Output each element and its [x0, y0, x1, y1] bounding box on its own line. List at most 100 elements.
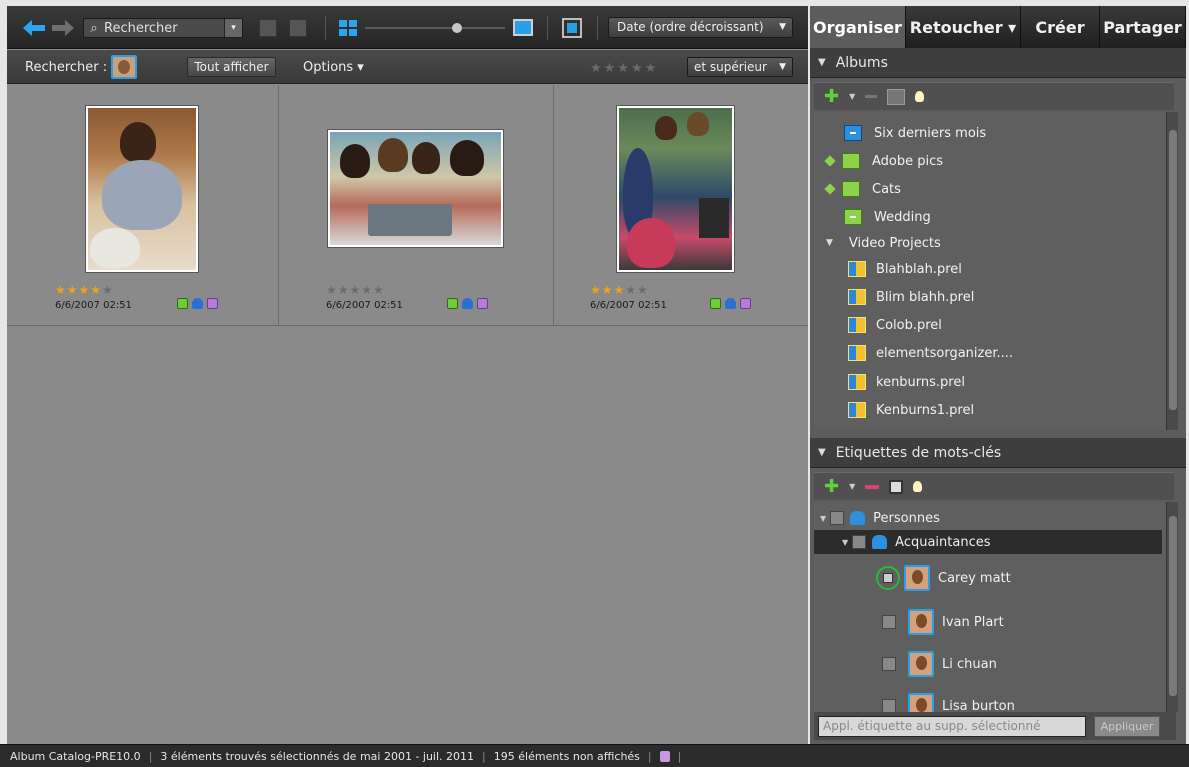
- add-album-icon[interactable]: ✚: [824, 87, 839, 106]
- options-menu[interactable]: Options ▾: [303, 60, 364, 75]
- fullscreen-icon[interactable]: [562, 18, 582, 38]
- photo-cell[interactable]: ★★★★★ 6/6/2007 02:51: [554, 85, 808, 326]
- lightbulb-icon[interactable]: [915, 91, 925, 102]
- keyword-person[interactable]: Li chuan: [882, 648, 997, 680]
- album-item[interactable]: Colob.prel: [848, 312, 942, 338]
- premiere-project-icon: [848, 402, 866, 418]
- chevron-down-icon[interactable]: ▼: [849, 482, 855, 491]
- search-face-thumbnail[interactable]: [111, 55, 137, 79]
- sort-order-select[interactable]: Date (ordre décroissant) ▼: [608, 17, 793, 38]
- album-item[interactable]: Blim blahh.prel: [848, 284, 974, 310]
- expand-triangle-icon: ▼: [842, 537, 849, 547]
- album-label: kenburns.prel: [876, 374, 965, 390]
- filter-bar: Rechercher : Tout afficher Options ▾ ★★★…: [7, 50, 808, 84]
- edit-keyword-icon[interactable]: [889, 479, 904, 494]
- rotate-left-icon[interactable]: [259, 19, 277, 37]
- photo-cell[interactable]: ★★★★★ 6/6/2007 02:51: [7, 85, 279, 326]
- premiere-project-icon: [848, 317, 866, 333]
- tab-organize[interactable]: Organiser: [810, 6, 906, 48]
- catalog-name: Album Catalog-PRE10.0: [10, 749, 141, 763]
- albums-list: Six derniers mois Adobe pics Cats Weddin…: [814, 112, 1166, 430]
- photo-thumbnail[interactable]: [86, 106, 198, 272]
- single-photo-view-icon[interactable]: [513, 19, 533, 36]
- expand-triangle-icon: ▼: [826, 238, 833, 248]
- back-arrow-icon[interactable]: [23, 20, 45, 36]
- photo-rating-stars[interactable]: ★★★★★: [326, 283, 385, 297]
- tab-create[interactable]: Créer: [1021, 6, 1100, 48]
- keyword-label: Acquaintances: [895, 534, 991, 550]
- keyword-person[interactable]: Lisa burton: [882, 690, 1015, 712]
- tab-fix[interactable]: Retoucher ▾: [906, 6, 1021, 48]
- keyword-checkbox[interactable]: [830, 511, 845, 525]
- photo-thumbnail[interactable]: [617, 106, 734, 272]
- keyword-checkbox[interactable]: [882, 699, 896, 712]
- keyword-checkbox[interactable]: [882, 615, 896, 629]
- albums-scrollbar[interactable]: [1166, 112, 1178, 430]
- apply-button[interactable]: Appliquer: [1094, 715, 1160, 737]
- person-face-thumbnail: [908, 651, 934, 677]
- keywords-list: ▼ Personnes ▼ Acquaintances Carey matt I…: [814, 502, 1166, 712]
- rating-filter-select[interactable]: et supérieur ▼: [687, 57, 793, 77]
- premiere-project-icon: [848, 289, 866, 305]
- smart-album-icon: [842, 181, 860, 197]
- album-item[interactable]: Blahblah.prel: [848, 256, 962, 282]
- scrollbar-thumb[interactable]: [1169, 130, 1177, 410]
- keyword-label: Lisa burton: [942, 698, 1015, 713]
- add-keyword-icon[interactable]: ✚: [824, 477, 839, 496]
- photo-cell[interactable]: ★★★★★ 6/6/2007 02:51: [279, 85, 554, 326]
- album-label: elementsorganizer....: [876, 345, 1014, 361]
- album-item[interactable]: elementsorganizer....: [848, 340, 1013, 366]
- albums-title: Albums: [835, 54, 888, 71]
- rating-filter-value: et supérieur: [694, 60, 767, 74]
- photo-thumbnail[interactable]: [328, 130, 503, 247]
- album-item[interactable]: Wedding: [844, 204, 931, 230]
- applied-tag-icon[interactable]: [876, 566, 900, 590]
- status-bar: Album Catalog-PRE10.0 | 3 éléments trouv…: [0, 744, 1189, 767]
- apply-keyword-row: Appl. étiquette au supp. sélectionné App…: [814, 712, 1176, 740]
- keyword-checkbox[interactable]: [882, 657, 896, 671]
- photo-rating-stars[interactable]: ★★★★★: [590, 283, 649, 297]
- photo-rating-stars[interactable]: ★★★★★: [55, 283, 114, 297]
- right-panel: Organiser Retoucher ▾ Créer Partager ▼ A…: [810, 6, 1186, 744]
- album-group[interactable]: ▼ Video Projects: [826, 230, 941, 256]
- apply-keyword-input[interactable]: Appl. étiquette au supp. sélectionné: [818, 715, 1086, 737]
- keyword-checkbox[interactable]: [852, 535, 867, 549]
- remove-keyword-icon[interactable]: [865, 484, 880, 489]
- albums-header[interactable]: ▼ Albums: [810, 48, 1186, 78]
- zoom-slider-handle[interactable]: [452, 23, 462, 33]
- zoom-slider-track[interactable]: [365, 27, 505, 29]
- chevron-down-icon[interactable]: ▼: [849, 92, 855, 101]
- albums-toolbar: ✚ ▼: [814, 82, 1174, 110]
- album-item[interactable]: Cats: [824, 176, 901, 202]
- keyword-person[interactable]: Carey matt: [876, 562, 1011, 594]
- search-label: Rechercher :: [25, 60, 108, 75]
- edit-album-icon[interactable]: [887, 88, 906, 105]
- keyword-person[interactable]: Ivan Plart: [882, 606, 1004, 638]
- album-item[interactable]: Six derniers mois: [844, 120, 986, 146]
- album-item[interactable]: kenburns.prel: [848, 369, 965, 395]
- photo-date: 6/6/2007 02:51: [55, 300, 132, 311]
- album-item[interactable]: Adobe pics: [824, 148, 943, 174]
- search-input[interactable]: Rechercher: [104, 21, 224, 36]
- rating-filter-stars[interactable]: ★★★★★: [590, 61, 658, 76]
- status-divider: |: [647, 749, 652, 763]
- hidden-items-text[interactable]: 195 éléments non affichés: [494, 750, 640, 763]
- tab-share[interactable]: Partager: [1100, 6, 1186, 48]
- show-all-button[interactable]: Tout afficher: [187, 57, 276, 77]
- forward-arrow-icon[interactable]: [52, 20, 74, 36]
- keywords-header[interactable]: ▼ Etiquettes de mots-clés: [810, 438, 1186, 468]
- search-dropdown-button[interactable]: ▾: [224, 19, 242, 37]
- keyword-category[interactable]: ▼ Personnes: [820, 508, 940, 528]
- rotate-right-icon[interactable]: [289, 19, 307, 37]
- keyword-subcategory[interactable]: ▼ Acquaintances: [814, 530, 1162, 554]
- keyword-label: Carey matt: [938, 570, 1011, 586]
- keywords-scrollbar[interactable]: [1166, 502, 1178, 712]
- grid-view-icon[interactable]: [339, 20, 357, 36]
- private-lock-icon[interactable]: [659, 750, 670, 762]
- album-item[interactable]: Kenburns1.prel: [848, 397, 974, 423]
- scrollbar-thumb[interactable]: [1169, 516, 1177, 696]
- remove-album-icon[interactable]: [865, 95, 878, 98]
- lightbulb-icon[interactable]: [913, 481, 923, 492]
- person-icon: [872, 535, 888, 549]
- search-field[interactable]: ⌕ Rechercher ▾: [83, 18, 243, 38]
